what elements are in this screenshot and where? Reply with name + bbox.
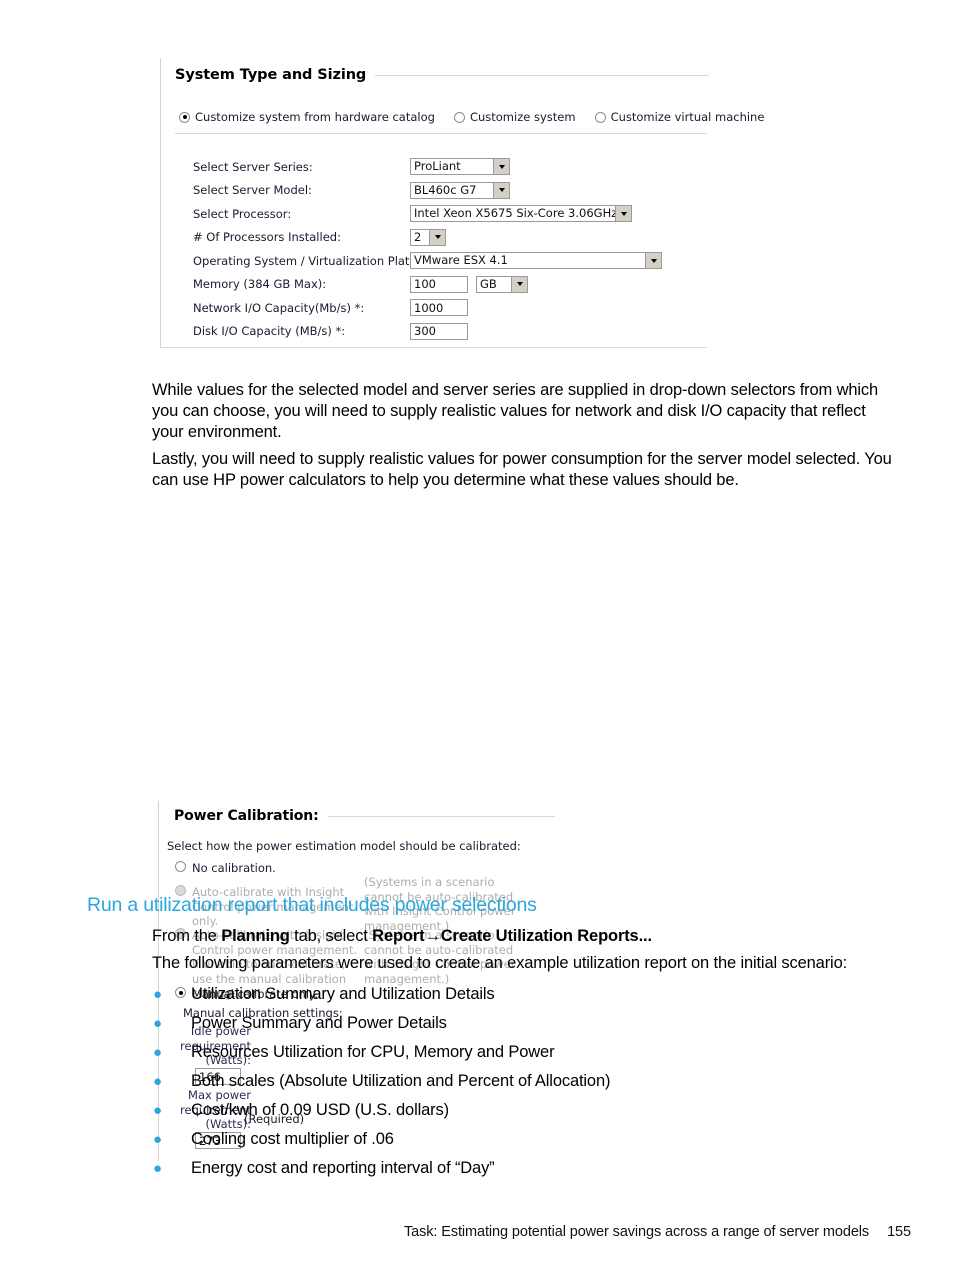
bullet-icon: ● — [153, 1015, 162, 1032]
instruction-prefix: From the — [152, 927, 222, 945]
list-intro: The following parameters were used to cr… — [152, 954, 848, 972]
select-value: ProLiant — [414, 159, 461, 174]
select-memory-unit[interactable]: GB — [476, 275, 528, 293]
radio-option-no-calibration[interactable]: No calibration. — [175, 861, 375, 876]
system-config-form: Select Server Series: ProLiant Select Se… — [193, 155, 662, 343]
list-item-label: Resources Utilization for CPU, Memory an… — [191, 1043, 555, 1061]
radio-option-customize-system[interactable]: Customize system — [453, 110, 576, 124]
system-panel-legend: System Type and Sizing — [161, 58, 709, 83]
list-item: ● Resources Utilization for CPU, Memory … — [153, 1043, 555, 1062]
radio-option-customize-from-catalog[interactable]: Customize system from hardware catalog — [179, 110, 435, 124]
label-server-series: Select Server Series: — [193, 159, 313, 174]
radio-section-divider — [175, 133, 707, 134]
radio-label: Customize virtual machine — [610, 110, 765, 124]
chevron-down-icon[interactable] — [429, 229, 445, 245]
bullet-icon: ● — [153, 1160, 162, 1177]
power-panel-title: Power Calibration: — [174, 808, 319, 824]
section-heading: Run a utilization report that includes p… — [87, 894, 537, 916]
list-item-label: Energy cost and reporting interval of “D… — [191, 1159, 495, 1177]
form-row-server-model: Select Server Model: BL460c G7 — [193, 179, 662, 203]
select-value: GB — [480, 276, 497, 291]
chevron-down-icon[interactable] — [511, 276, 527, 292]
form-row-processor-count: # Of Processors Installed: 2 — [193, 226, 662, 250]
list-item-label: Cost/kwh of 0.09 USD (U.S. dollars) — [191, 1101, 449, 1119]
radio-label: No calibration. — [192, 861, 276, 875]
radio-icon[interactable] — [175, 861, 186, 872]
label-processor-count: # Of Processors Installed: — [193, 230, 341, 245]
network-io-input[interactable]: 1000 — [410, 299, 468, 317]
power-panel-legend: Power Calibration: — [159, 801, 555, 824]
form-row-operating-system: Operating System / Virtualization Platfo… — [193, 249, 662, 273]
disk-io-input[interactable]: 300 — [410, 322, 468, 340]
form-row-processor: Select Processor: Intel Xeon X5675 Six-C… — [193, 202, 662, 226]
power-calibration-instruction: Select how the power estimation model sh… — [167, 839, 521, 853]
chevron-down-icon[interactable] — [645, 253, 661, 269]
list-item-label: Both scales (Absolute Utilization and Pe… — [191, 1072, 611, 1090]
footer-text: Task: Estimating potential power savings… — [404, 1224, 870, 1240]
select-value: 2 — [414, 229, 422, 244]
select-value: BL460c G7 — [414, 182, 477, 197]
instruction-bold-report-menu: Report→Create Utilization Reports... — [372, 927, 652, 945]
bullet-icon: ● — [153, 1131, 162, 1148]
paragraph-power-values: Lastly, you will need to supply realisti… — [152, 450, 892, 489]
bullet-icon: ● — [153, 1073, 162, 1090]
list-item: ● Power Summary and Power Details — [153, 1014, 447, 1033]
label-server-model: Select Server Model: — [193, 183, 312, 198]
bullet-icon: ● — [153, 986, 162, 1003]
select-processor[interactable]: Intel Xeon X5675 Six-Core 3.06GHz — [410, 205, 632, 223]
legend-divider — [375, 74, 709, 76]
bullet-icon: ● — [153, 1102, 162, 1119]
system-type-and-sizing-panel: System Type and Sizing Customize system … — [160, 58, 764, 348]
list-item: ● Cooling cost multiplier of .06 — [153, 1130, 394, 1149]
instruction-mid: tab, select — [289, 927, 373, 945]
label-memory: Memory (384 GB Max): — [193, 277, 327, 292]
radio-icon[interactable] — [594, 111, 606, 123]
list-item: ● Energy cost and reporting interval of … — [153, 1159, 495, 1178]
form-row-memory: Memory (384 GB Max): 100 GB — [193, 273, 662, 297]
select-processor-count[interactable]: 2 — [410, 228, 446, 246]
list-item-label: Utilization Summary and Utilization Deta… — [191, 985, 495, 1003]
list-item: ● Cost/kwh of 0.09 USD (U.S. dollars) — [153, 1101, 449, 1120]
bullet-icon: ● — [153, 1044, 162, 1061]
list-item-label: Cooling cost multiplier of .06 — [191, 1130, 394, 1148]
select-operating-system[interactable]: VMware ESX 4.1 — [410, 252, 662, 270]
radio-icon[interactable] — [179, 111, 190, 123]
label-operating-system: Operating System / Virtualization Platfo… — [193, 253, 441, 268]
radio-option-customize-virtual-machine[interactable]: Customize virtual machine — [594, 110, 765, 124]
label-network-io: Network I/O Capacity(Mb/s) *: — [193, 300, 365, 315]
radio-icon[interactable] — [453, 111, 465, 123]
form-row-server-series: Select Server Series: ProLiant — [193, 155, 662, 179]
form-row-network-io: Network I/O Capacity(Mb/s) *: 1000 — [193, 296, 662, 320]
chevron-down-icon[interactable] — [615, 206, 631, 222]
instruction-bold-planning: Planning — [221, 927, 290, 945]
legend-divider — [327, 815, 555, 817]
chevron-down-icon[interactable] — [493, 159, 509, 175]
chevron-down-icon[interactable] — [493, 182, 509, 198]
select-server-model[interactable]: BL460c G7 — [410, 181, 510, 199]
list-item: ● Both scales (Absolute Utilization and … — [153, 1072, 610, 1091]
page-footer: Task: Estimating potential power savings… — [404, 1224, 911, 1240]
radio-label: Customize system — [469, 110, 576, 124]
list-item-label: Power Summary and Power Details — [191, 1014, 447, 1032]
system-panel-title: System Type and Sizing — [175, 67, 367, 83]
system-mode-radio-group: Customize system from hardware catalog C… — [179, 110, 777, 124]
list-item: ● Utilization Summary and Utilization De… — [153, 985, 495, 1004]
select-value: VMware ESX 4.1 — [414, 253, 508, 268]
page-number: 155 — [887, 1224, 911, 1240]
form-row-disk-io: Disk I/O Capacity (MB/s) *: 300 — [193, 320, 662, 344]
label-disk-io: Disk I/O Capacity (MB/s) *: — [193, 324, 346, 339]
label-processor: Select Processor: — [193, 206, 292, 221]
select-value: Intel Xeon X5675 Six-Core 3.06GHz — [414, 206, 615, 221]
paragraph-dropdown-values: While values for the selected model and … — [152, 381, 879, 441]
radio-label: Customize system from hardware catalog — [195, 110, 435, 124]
memory-input[interactable]: 100 — [410, 275, 468, 293]
instruction-line: From the Planning tab, select Report→Cre… — [152, 926, 652, 947]
select-server-series[interactable]: ProLiant — [410, 158, 510, 176]
panel-bottom-divider — [161, 347, 707, 348]
